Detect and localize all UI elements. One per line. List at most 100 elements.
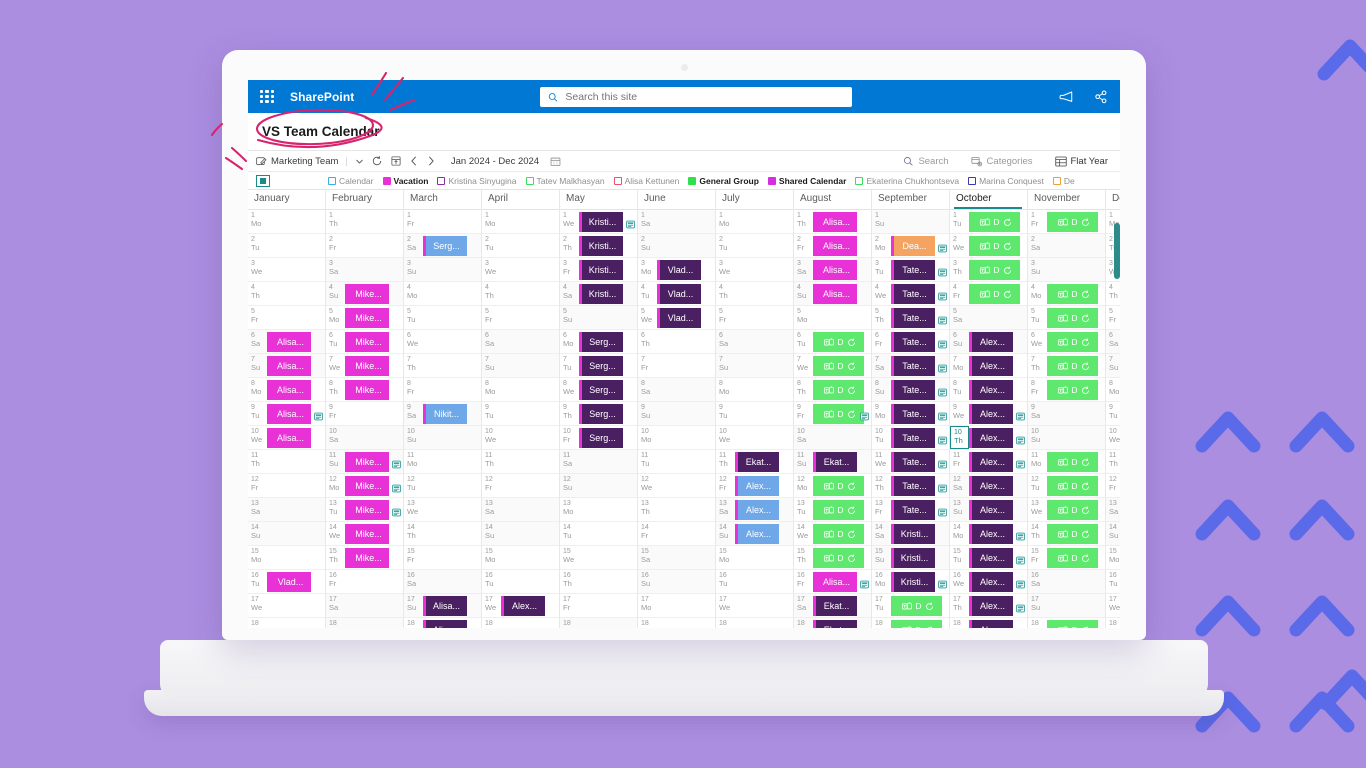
calendar-event[interactable]: Mike... [345,524,389,544]
calendar-event[interactable]: Tate... [891,356,935,376]
calendar-day-cell[interactable]: 12 Fr Alex... [716,474,793,498]
calendar-day-cell[interactable]: 12 Th Tate... [872,474,949,498]
calendar-day-cell[interactable]: 12 Mo Mike... [326,474,403,498]
toolbar-search-button[interactable]: Search [903,156,949,167]
event-attachment[interactable] [1016,600,1025,613]
calendar-event[interactable]: Alex... [501,596,545,616]
event-attachment[interactable] [938,504,947,517]
calendar-event[interactable]: Dea... [891,236,935,256]
calendar-event[interactable]: D [891,620,942,628]
calendar-day-cell[interactable]: 10 We [482,426,559,450]
calendar-day-cell[interactable]: 17 We Alex... [482,594,559,618]
legend-item-9[interactable]: De [1052,176,1075,186]
calendar-day-cell[interactable]: 1 Fr [404,210,481,234]
calendar-day-cell[interactable]: 16 Fr [326,570,403,594]
event-attachment[interactable] [938,408,947,421]
event-attachment[interactable] [860,576,869,589]
calendar-day-cell[interactable]: 14 We Mike... [326,522,403,546]
calendar-event[interactable]: Alex... [735,500,779,520]
calendar-event[interactable]: Vlad... [657,308,701,328]
calendar-day-cell[interactable]: 13 Tu Mike... [326,498,403,522]
calendar-event[interactable]: Alisa... [267,356,311,376]
calendar-day-cell[interactable]: 9 Th Serg... [560,402,637,426]
event-attachment[interactable] [1016,552,1025,565]
calendar-event[interactable]: D [813,476,864,496]
event-attachment[interactable] [392,504,401,517]
legend-item-2[interactable]: Kristina Sinyugina [437,176,517,186]
attachment-icon[interactable] [860,580,869,589]
event-attachment[interactable] [938,240,947,253]
calendar-day-cell[interactable]: 3We [482,258,559,282]
calendar-event[interactable]: Alex... [969,332,1013,352]
calendar-event[interactable]: D [1047,548,1098,568]
event-attachment[interactable] [1016,456,1025,469]
calendar-day-cell[interactable]: 1 We Kristi... [560,210,637,234]
calendar-day-cell[interactable]: 13 Sa [482,498,559,522]
calendar-day-cell[interactable]: 8 Th D [794,378,871,402]
calendar-day-cell[interactable]: 15 Th D [794,546,871,570]
calendar-day-cell[interactable]: 9 Sa Nikit... [404,402,481,426]
calendar-day-cell[interactable]: 3We [248,258,325,282]
event-attachment[interactable] [938,432,947,445]
attachment-icon[interactable] [860,412,869,421]
event-attachment[interactable] [860,408,869,421]
calendar-day-cell[interactable]: 8 Mo [1106,378,1120,402]
calendar-day-cell[interactable]: 1Mo [482,210,559,234]
event-attachment[interactable] [1016,576,1025,589]
vertical-scrollbar[interactable] [1114,223,1120,279]
calendar-event[interactable]: D [891,596,942,616]
calendar-event[interactable]: Kristi... [891,548,935,568]
calendar-day-cell[interactable]: 15 We [560,546,637,570]
calendar-day-cell[interactable]: 1 Sa [638,210,715,234]
legend-item-3[interactable]: Tatev Malkhasyan [525,176,605,186]
event-attachment[interactable] [938,336,947,349]
calendar-day-cell[interactable]: 15 Fr [404,546,481,570]
calendar-event[interactable]: Alisa... [813,572,857,592]
calendar-day-cell[interactable]: 14 Fr [638,522,715,546]
legend-checkbox[interactable] [525,176,534,185]
calendar-day-cell[interactable]: 11 Tu [638,450,715,474]
legend-checkbox[interactable] [767,176,776,185]
calendar-day-cell[interactable]: 8 Mo Alisa... [248,378,325,402]
calendar-day-cell[interactable]: 9 Tu [716,402,793,426]
calendar-day-cell[interactable]: 18Su [326,618,403,628]
calendar-event[interactable]: Alex... [969,620,1013,628]
calendar-day-cell[interactable]: 14 Tu [560,522,637,546]
calendar-day-cell[interactable]: 13 Tu D [794,498,871,522]
calendar-event[interactable]: Alisa... [267,404,311,424]
attachment-icon[interactable] [314,412,323,421]
event-attachment[interactable] [392,480,401,493]
calendar-day-cell[interactable]: 11 Th Ekat... [716,450,793,474]
toolbar-view-button[interactable]: Flat Year [1054,156,1108,167]
site-search-input[interactable] [565,91,844,103]
calendar-event[interactable]: Mike... [345,308,389,328]
attachment-icon[interactable] [1016,556,1025,565]
calendar-event[interactable]: D [1047,500,1098,520]
calendar-day-cell[interactable]: 3 Tu Tate... [872,258,949,282]
legend-item-7[interactable]: Ekaterina Chukhontseva [855,176,959,186]
calendar-event[interactable]: Tate... [891,476,935,496]
calendar-day-cell[interactable]: 17 Tu D [872,594,949,618]
legend-item-0[interactable]: Calendar [328,176,374,186]
attachment-icon[interactable] [392,484,401,493]
calendar-day-cell[interactable]: 17 Su [1028,594,1105,618]
calendar-day-cell[interactable]: 3 Sa [326,258,403,282]
calendar-event[interactable]: Tate... [891,452,935,472]
calendar-day-cell[interactable]: 14 Th [404,522,481,546]
calendar-day-cell[interactable]: 15 Su Kristi... [872,546,949,570]
calendar-day-cell[interactable]: 11 Su Ekat... [794,450,871,474]
month-header[interactable]: July [716,190,793,210]
calendar-day-cell[interactable]: 16 Tu [1106,570,1120,594]
calendar-day-cell[interactable]: 10 Su [1028,426,1105,450]
calendar-day-cell[interactable]: 17 Su Alisa... [404,594,481,618]
calendar-event[interactable]: Alex... [969,404,1013,424]
calendar-day-cell[interactable]: 5 Mo Mike... [326,306,403,330]
calendar-event[interactable]: D [813,380,864,400]
calendar-day-cell[interactable]: 16 Tu Vlad... [248,570,325,594]
calendar-event[interactable]: Mike... [345,356,389,376]
calendar-event[interactable]: Alex... [969,452,1013,472]
select-all-checkbox[interactable] [256,174,270,187]
calendar-day-cell[interactable]: 15 Fr D [1028,546,1105,570]
calendar-day-cell[interactable]: 1Mo [248,210,325,234]
calendar-day-cell[interactable]: 11 Th [248,450,325,474]
